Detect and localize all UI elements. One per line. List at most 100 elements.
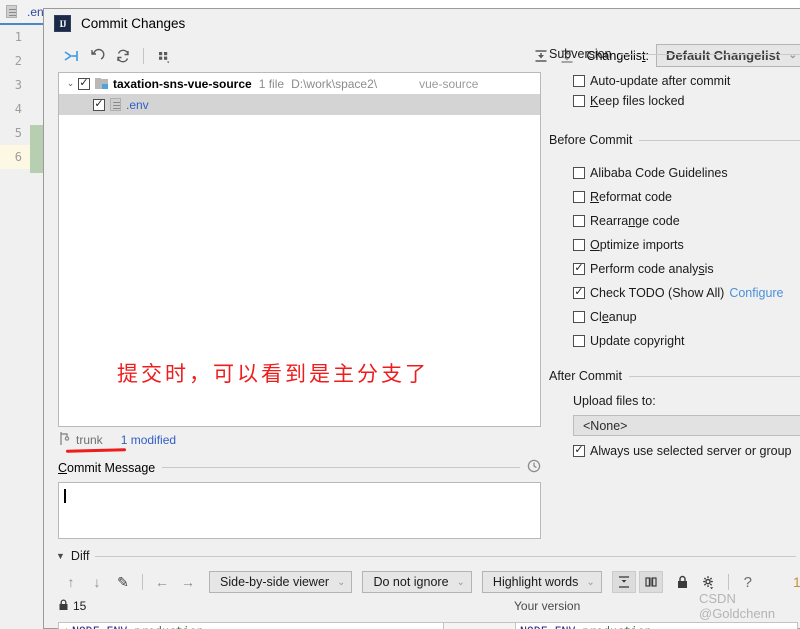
option-label: Check TODO (Show All) <box>590 286 725 300</box>
folder-icon <box>95 77 109 90</box>
dialog-titlebar: IJ Commit Changes <box>44 9 800 39</box>
chevron-down-icon: ⌄ <box>456 576 465 588</box>
checkbox[interactable] <box>573 167 585 179</box>
option-optimize-imports[interactable]: Optimize imports <box>573 233 800 257</box>
group-divider <box>628 375 800 377</box>
help-icon[interactable]: ? <box>735 571 761 593</box>
edit-source-icon[interactable]: ✎ <box>110 571 136 593</box>
option-perform-code-analysis[interactable]: Perform code analysis <box>573 257 800 281</box>
ignore-mode-dropdown[interactable]: Do not ignore ⌄ <box>362 571 472 593</box>
option-rearrange-code[interactable]: Rearrange code <box>573 209 800 233</box>
next-difference-icon[interactable]: ↓ <box>84 571 110 593</box>
show-diff-icon[interactable] <box>58 44 84 68</box>
commit-message-input[interactable] <box>58 482 541 539</box>
refresh-icon[interactable] <box>110 44 136 68</box>
diff-section-header[interactable]: ▼ Diff <box>56 549 796 563</box>
commit-message-label-rest: ommit Message <box>67 460 156 475</box>
checkbox[interactable] <box>573 215 585 227</box>
configure-link[interactable]: Configure <box>729 286 783 300</box>
revert-icon[interactable] <box>84 44 110 68</box>
diff-counter: 1 <box>792 574 800 590</box>
checkbox[interactable] <box>573 287 585 299</box>
group-by-icon[interactable] <box>151 44 177 68</box>
subversion-group-title: Subversion <box>549 47 612 61</box>
chevron-down-icon[interactable]: ⌄ <box>63 78 78 89</box>
tree-row-file[interactable]: .env <box>59 94 540 115</box>
tree-root-filecount: 1 file <box>258 76 285 91</box>
screenshot-root: .env 1 2 3 4 5 6 IJ Commit Changes Chang… <box>0 0 800 629</box>
tree-root-name: taxation-sns-vue-source <box>113 76 252 91</box>
option-label: Perform code analysis <box>590 262 714 276</box>
group-divider <box>618 53 800 55</box>
tree-root-path: D:\work\space2\ <box>291 76 378 91</box>
commit-message-label: Commit Message <box>58 461 155 475</box>
checkbox[interactable] <box>573 445 585 457</box>
header-divider <box>162 467 520 468</box>
accept-left-icon[interactable]: ← <box>149 571 175 593</box>
collapse-unchanged-icon[interactable] <box>611 571 636 593</box>
checkbox[interactable] <box>573 95 585 107</box>
option-alibaba-code-guidelines[interactable]: Alibaba Code Guidelines <box>573 161 800 185</box>
upload-server-value: <None> <box>583 418 628 433</box>
modified-count-link[interactable]: 1 modified <box>121 433 176 447</box>
diff-settings-icon[interactable] <box>696 571 722 593</box>
branch-row: trunk 1 modified <box>58 427 541 453</box>
align-changes-icon[interactable] <box>638 571 663 593</box>
annotation-underline <box>65 448 127 453</box>
option-keep-files-locked[interactable]: Keep files locked <box>573 91 800 111</box>
option-label: Reformat code <box>590 190 672 204</box>
clock-icon[interactable] <box>527 459 541 476</box>
highlight-mode-dropdown[interactable]: Highlight words ⌄ <box>481 571 602 593</box>
chevron-down-icon: ⌄ <box>337 576 346 588</box>
diff-added-marker: + <box>63 624 70 629</box>
text-caret <box>64 489 66 503</box>
checkbox[interactable] <box>573 311 585 323</box>
changes-tree[interactable]: ⌄ taxation-sns-vue-source 1 file D:\work… <box>58 72 541 427</box>
tree-root-right-label: vue-source <box>419 76 479 91</box>
chevron-down-icon: ⌄ <box>586 576 595 588</box>
previous-difference-icon[interactable]: ↑ <box>58 571 84 593</box>
tree-root-checkbox[interactable] <box>78 77 90 90</box>
header-divider <box>95 555 796 557</box>
tree-file-checkbox[interactable] <box>93 98 105 111</box>
checkbox[interactable] <box>573 191 585 203</box>
toolbar-divider <box>727 574 729 590</box>
triangle-down-icon[interactable]: ▼ <box>56 551 65 561</box>
tree-file-name: .env <box>126 97 149 112</box>
diff-gutter-middle: ↞ ↠ <box>444 622 516 629</box>
option-update-copyright[interactable]: Update copyright <box>573 329 800 353</box>
diff-left-info: 15 <box>58 598 86 614</box>
file-icon <box>6 5 17 18</box>
checkbox[interactable] <box>573 75 585 87</box>
option-cleanup[interactable]: Cleanup <box>573 305 800 329</box>
diff-right-eq: = <box>575 624 582 629</box>
upload-server-dropdown[interactable]: <None> <box>573 415 800 436</box>
read-only-lock-icon[interactable] <box>670 571 696 593</box>
option-label: Cleanup <box>590 310 637 324</box>
option-always-use-selected-server[interactable]: Always use selected server or group <box>573 440 800 462</box>
tree-row-root[interactable]: ⌄ taxation-sns-vue-source 1 file D:\work… <box>59 73 540 94</box>
option-label: Always use selected server or group <box>590 444 792 458</box>
option-auto-update-after-commit[interactable]: Auto-update after commit <box>573 71 800 91</box>
checkbox[interactable] <box>573 263 585 275</box>
option-label: Alibaba Code Guidelines <box>590 166 728 180</box>
after-commit-group-header: After Commit <box>549 369 800 383</box>
option-reformat-code[interactable]: Reformat code <box>573 185 800 209</box>
commit-options-panel: Subversion Auto-update after commit Keep… <box>549 47 800 462</box>
viewer-mode-dropdown[interactable]: Side-by-side viewer ⌄ <box>209 571 353 593</box>
file-icon <box>110 98 121 111</box>
diff-toolbar: ↑ ↓ ✎ ← → Side-by-side viewer ⌄ Do not i… <box>58 570 800 594</box>
option-check-todo[interactable]: Check TODO (Show All) Configure <box>573 281 800 305</box>
diff-pane-right[interactable]: NODE_ENV=production <box>516 622 798 629</box>
checkbox[interactable] <box>573 335 585 347</box>
accept-right-icon[interactable]: → <box>175 571 201 593</box>
toolbar-divider <box>143 47 144 64</box>
annotation-text: 提交时，可以看到是主分支了 <box>117 362 429 386</box>
option-label: Keep files locked <box>590 94 685 108</box>
dialog-title: Commit Changes <box>81 16 186 31</box>
diff-pane-left[interactable]: +NODE_ENV=production <box>58 622 444 629</box>
after-commit-options: Upload files to: <None> Always use selec… <box>573 394 800 462</box>
diff-right-value: production <box>582 624 651 629</box>
diff-mid-marks: ↞ ↠ <box>471 624 492 629</box>
checkbox[interactable] <box>573 239 585 251</box>
